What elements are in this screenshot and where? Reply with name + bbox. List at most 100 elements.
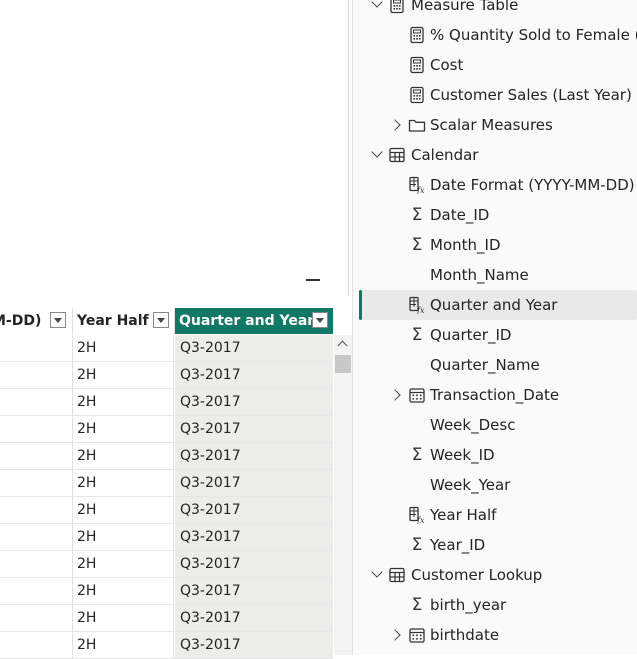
- field-item-cost[interactable]: Cost: [352, 50, 637, 80]
- sigma-icon: Σ: [411, 325, 423, 345]
- table-cell-date-format[interactable]: [0, 497, 73, 523]
- field-item-scalar-measures[interactable]: Scalar Measures: [352, 110, 637, 140]
- table-cell-year-half[interactable]: 2H: [73, 551, 174, 577]
- table-cell-quarter-and-year[interactable]: Q3-2017: [175, 443, 333, 469]
- field-item-quarter-id[interactable]: Σ Quarter_ID: [352, 320, 637, 350]
- table-cell-quarter-and-year[interactable]: Q3-2017: [175, 632, 333, 658]
- chevron-right-icon[interactable]: [390, 380, 404, 410]
- table-cell-quarter-and-year[interactable]: Q3-2017: [175, 551, 333, 577]
- field-item-customer-sales-last-year[interactable]: Customer Sales (Last Year): [352, 80, 637, 110]
- field-item-month-id[interactable]: Σ Month_ID: [352, 230, 637, 260]
- field-item-date-id[interactable]: Σ Date_ID: [352, 200, 637, 230]
- scroll-up-icon[interactable]: [337, 340, 348, 351]
- svg-text:fx: fx: [416, 186, 425, 194]
- table-row: 2H Q3-2017: [0, 362, 333, 389]
- table-icon: [388, 146, 406, 164]
- field-label: Quarter_Name: [430, 356, 540, 374]
- table-cell-date-format[interactable]: [0, 443, 73, 469]
- table-cell-quarter-and-year[interactable]: Q3-2017: [175, 362, 333, 388]
- column-header-quarter-and-year[interactable]: Quarter and Year: [175, 308, 333, 334]
- table-cell-date-format[interactable]: [0, 605, 73, 631]
- table-cell-date-format[interactable]: [0, 578, 73, 604]
- column-header-date-format[interactable]: M-DD): [0, 308, 73, 334]
- table-cell-year-half[interactable]: 2H: [73, 443, 174, 469]
- table-cell-quarter-and-year[interactable]: Q3-2017: [175, 524, 333, 550]
- chevron-down-icon[interactable]: [370, 0, 384, 20]
- table-cell-quarter-and-year[interactable]: Q3-2017: [175, 605, 333, 631]
- table-cell-year-half[interactable]: 2H: [73, 470, 174, 496]
- field-label: Customer Sales (Last Year): [430, 86, 632, 104]
- field-item-quarter-and-year[interactable]: fx Quarter and Year: [359, 290, 637, 320]
- table-cell-quarter-and-year[interactable]: Q3-2017: [175, 416, 333, 442]
- table-node-measure-table[interactable]: Measure Table: [352, 0, 637, 20]
- sigma-icon: Σ: [411, 235, 423, 255]
- field-item-month-name[interactable]: Month_Name: [352, 260, 637, 290]
- field-item-year-half[interactable]: fx Year Half: [352, 500, 637, 530]
- table-cell-date-format[interactable]: [0, 470, 73, 496]
- calculator-icon: [408, 86, 426, 104]
- filter-dropdown-icon[interactable]: [50, 312, 66, 328]
- table-cell-year-half[interactable]: 2H: [73, 632, 174, 658]
- table-node-calendar[interactable]: Calendar: [352, 140, 637, 170]
- table-cell-year-half[interactable]: 2H: [73, 497, 174, 523]
- table-cell-year-half[interactable]: 2H: [73, 578, 174, 604]
- table-cell-quarter-and-year[interactable]: Q3-2017: [175, 470, 333, 496]
- filter-dropdown-icon[interactable]: [312, 312, 328, 328]
- table-calculator-icon: [388, 0, 406, 14]
- field-item-date-format-yyyy-mm-dd[interactable]: fx Date Format (YYYY-MM-DD): [352, 170, 637, 200]
- vertical-scrollbar[interactable]: [334, 335, 352, 655]
- table-cell-date-format[interactable]: [0, 389, 73, 415]
- field-item-quantity-sold-to-female-v[interactable]: % Quantity Sold to Female (V...: [352, 20, 637, 50]
- filter-dropdown-icon[interactable]: [153, 312, 169, 328]
- calculator-icon: [408, 56, 426, 74]
- field-item-week-desc[interactable]: Week_Desc: [352, 410, 637, 440]
- table-cell-year-half[interactable]: 2H: [73, 362, 174, 388]
- report-canvas: [0, 0, 350, 296]
- minimize-icon[interactable]: [306, 279, 320, 281]
- sigma-icon: Σ: [411, 445, 423, 465]
- table-cell-year-half[interactable]: 2H: [73, 335, 174, 361]
- table-row: 2H Q3-2017: [0, 578, 333, 605]
- table-cell-date-format[interactable]: [0, 416, 73, 442]
- table-cell-date-format[interactable]: [0, 362, 73, 388]
- table-cell-year-half[interactable]: 2H: [73, 605, 174, 631]
- table-cell-year-half[interactable]: 2H: [73, 416, 174, 442]
- field-label: Date_ID: [430, 206, 490, 224]
- table-cell-date-format[interactable]: [0, 632, 73, 658]
- table-cell-date-format[interactable]: [0, 551, 73, 577]
- field-item-year-id[interactable]: Σ Year_ID: [352, 530, 637, 560]
- field-label: Customer Lookup: [411, 566, 543, 584]
- chevron-down-icon[interactable]: [370, 560, 384, 590]
- calculated-column-icon: fx: [408, 506, 426, 525]
- field-item-week-id[interactable]: Σ Week_ID: [352, 440, 637, 470]
- table-cell-year-half[interactable]: 2H: [73, 524, 174, 550]
- table-node-customer-lookup[interactable]: Customer Lookup: [352, 560, 637, 590]
- table-cell-date-format[interactable]: [0, 524, 73, 550]
- field-item-transaction-date[interactable]: Transaction_Date: [352, 380, 637, 410]
- table-row: 2H Q3-2017: [0, 551, 333, 578]
- scrollbar-thumb[interactable]: [335, 355, 351, 373]
- table-cell-quarter-and-year[interactable]: Q3-2017: [175, 497, 333, 523]
- table-cell-date-format[interactable]: [0, 335, 73, 361]
- field-item-week-year[interactable]: Week_Year: [352, 470, 637, 500]
- table-row: 2H Q3-2017: [0, 524, 333, 551]
- chevron-down-icon[interactable]: [370, 140, 384, 170]
- column-header-label: Year Half: [77, 313, 149, 329]
- column-header-year-half[interactable]: Year Half: [73, 308, 175, 334]
- chevron-right-icon[interactable]: [390, 110, 404, 140]
- field-item-birth-year[interactable]: Σbirth_year: [352, 590, 637, 620]
- table-cell-year-half[interactable]: 2H: [73, 389, 174, 415]
- chevron-right-icon[interactable]: [390, 620, 404, 650]
- column-header-label: Quarter and Year: [179, 313, 315, 329]
- field-item-birthdate[interactable]: birthdate: [352, 620, 637, 650]
- table-row: 2H Q3-2017: [0, 497, 333, 524]
- folder-icon: [408, 116, 426, 134]
- table-cell-quarter-and-year[interactable]: Q3-2017: [175, 335, 333, 361]
- field-label: Date Format (YYYY-MM-DD): [430, 176, 635, 194]
- table-row: 2H Q3-2017: [0, 605, 333, 632]
- field-item-quarter-name[interactable]: Quarter_Name: [352, 350, 637, 380]
- field-label: Cost: [430, 56, 464, 74]
- svg-text:fx: fx: [416, 306, 425, 314]
- table-cell-quarter-and-year[interactable]: Q3-2017: [175, 578, 333, 604]
- table-cell-quarter-and-year[interactable]: Q3-2017: [175, 389, 333, 415]
